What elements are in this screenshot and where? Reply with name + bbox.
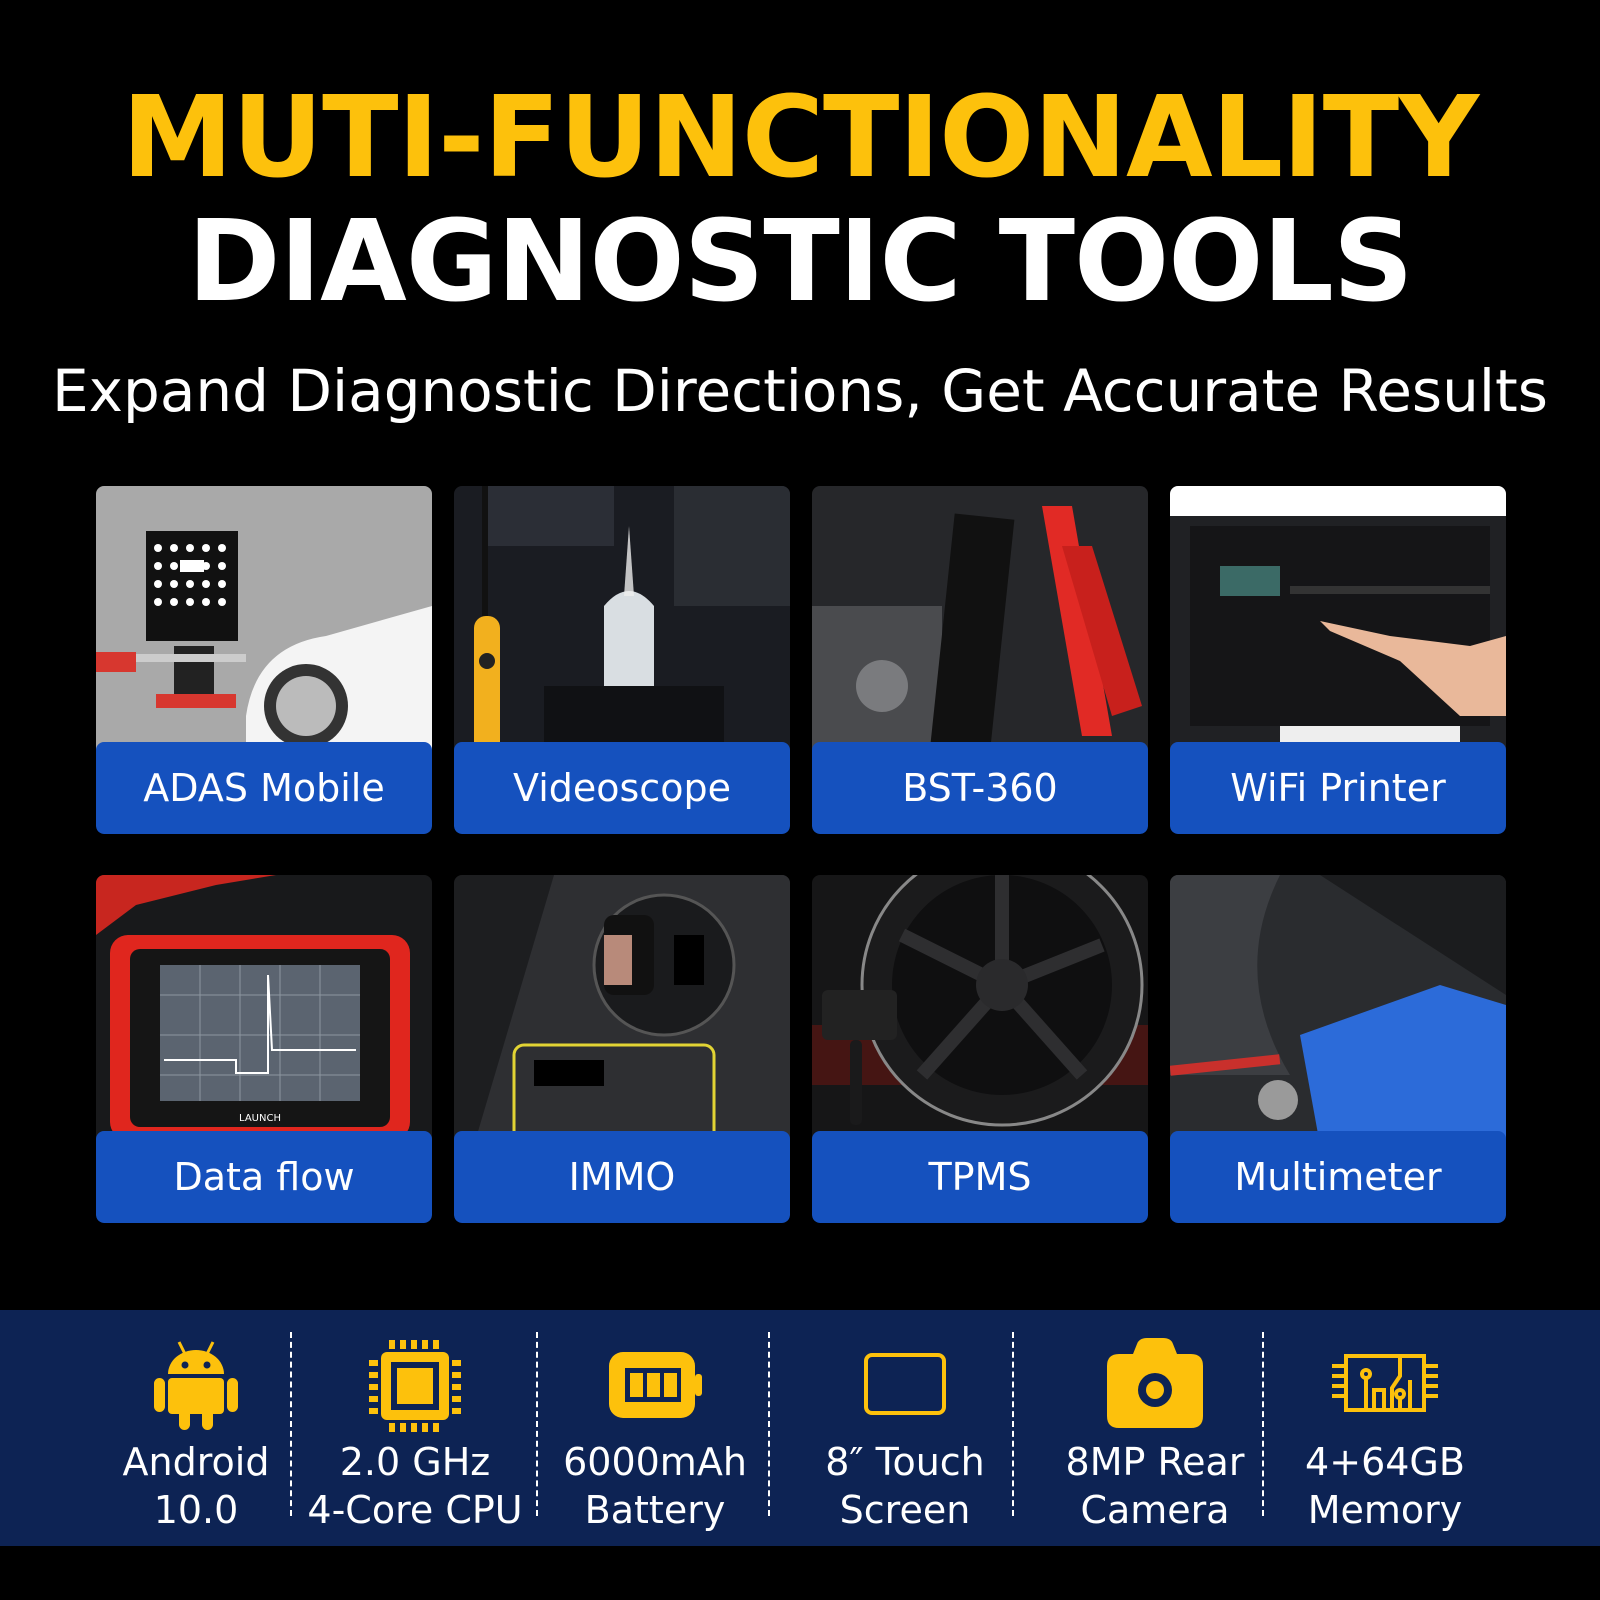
printer-photo <box>1170 486 1506 756</box>
launch-tablet-waveform-photo: LAUNCH <box>96 875 432 1145</box>
key-programmer-photo <box>454 875 790 1145</box>
feature-card-multimeter[interactable]: Multimeter <box>1170 875 1506 1223</box>
spec-text: 8MP Rear Camera <box>1065 1440 1245 1532</box>
spec-touch-screen: 8″ Touch Screen <box>800 1310 1010 1546</box>
feature-label: IMMO <box>454 1131 790 1223</box>
headline-line-1: MUTI-FUNCTIONALITY <box>121 73 1480 203</box>
svg-text:LAUNCH: LAUNCH <box>239 1113 281 1124</box>
divider <box>1012 1332 1014 1516</box>
battery-icon <box>609 1352 702 1418</box>
spec-android: Android 10.0 <box>96 1310 296 1546</box>
battery-tester-clamps-photo <box>812 486 1148 756</box>
wheel-tpms-sensor-photo <box>812 875 1148 1145</box>
adas-calibration-frame-photo <box>96 486 432 756</box>
divider <box>1262 1332 1264 1516</box>
spec-bar: Android 10.0 2.0 GHz 4-Core CPU 6000mAh … <box>0 1310 1600 1546</box>
subtitle: Expand Diagnostic Directions, Get Accura… <box>52 357 1548 425</box>
spec-memory: 4+64GB Memory <box>1280 1310 1490 1546</box>
divider <box>768 1332 770 1516</box>
camera-icon <box>1107 1338 1203 1428</box>
feature-card-videoscope[interactable]: Videoscope <box>454 486 790 834</box>
headline-line-2: DIAGNOSTIC TOOLS <box>187 197 1414 327</box>
spec-camera: 8MP Rear Camera <box>1050 1310 1260 1546</box>
feature-label: Multimeter <box>1170 1131 1506 1223</box>
battery-terminal-probe-photo <box>1170 875 1506 1145</box>
feature-label: Data flow <box>96 1131 432 1223</box>
memory-chip-icon <box>1332 1354 1438 1412</box>
feature-card-tpms[interactable]: TPMS <box>812 875 1148 1223</box>
spec-text: 4+64GB Memory <box>1305 1440 1465 1532</box>
spec-cpu: 2.0 GHz 4-Core CPU <box>300 1310 530 1546</box>
feature-card-bst-360[interactable]: BST-360 <box>812 486 1148 834</box>
feature-label: TPMS <box>812 1131 1148 1223</box>
spec-battery: 6000mAh Battery <box>550 1310 760 1546</box>
feature-label: Videoscope <box>454 742 790 834</box>
feature-label: WiFi Printer <box>1170 742 1506 834</box>
engine-bay-videoscope-photo <box>454 486 790 756</box>
spec-text: Android 10.0 <box>122 1440 270 1532</box>
touch-screen-icon <box>864 1353 946 1415</box>
feature-label: ADAS Mobile <box>96 742 432 834</box>
feature-card-immo[interactable]: IMMO <box>454 875 790 1223</box>
feature-label: BST-360 <box>812 742 1148 834</box>
spec-text: 2.0 GHz 4-Core CPU <box>307 1440 523 1532</box>
android-icon <box>154 1341 238 1430</box>
cpu-chip-icon <box>369 1340 461 1432</box>
feature-card-data-flow[interactable]: LAUNCH Data flow <box>96 875 432 1223</box>
feature-card-adas-mobile[interactable]: ADAS Mobile <box>96 486 432 834</box>
spec-text: 8″ Touch Screen <box>825 1440 985 1532</box>
divider <box>290 1332 292 1516</box>
feature-card-wifi-printer[interactable]: WiFi Printer <box>1170 486 1506 834</box>
spec-text: 6000mAh Battery <box>563 1440 747 1532</box>
divider <box>536 1332 538 1516</box>
